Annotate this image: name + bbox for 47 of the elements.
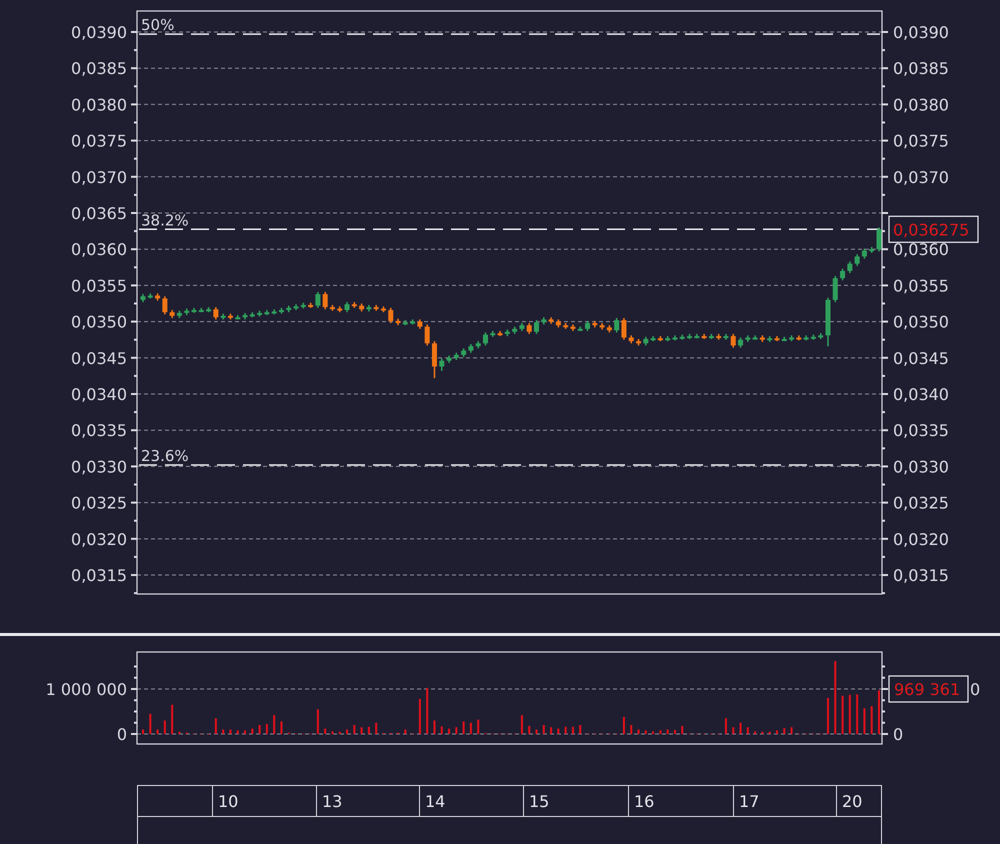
axis-label: 0,0335 — [71, 421, 127, 440]
axis-label: 0,0355 — [71, 276, 127, 296]
fibonacci-label: 38.2% — [141, 211, 189, 230]
date-label: 16 — [628, 786, 733, 816]
fibonacci-label: 23.6% — [141, 446, 189, 465]
date-label: 13 — [316, 786, 419, 816]
fibonacci-label: 50% — [141, 16, 174, 34]
axis-label: 0 — [116, 725, 127, 744]
axis-label: 0,0375 — [893, 132, 949, 151]
axis-label: 0,0380 — [893, 95, 949, 114]
axis-label: 0,0370 — [893, 168, 949, 187]
axis-label: 0,0320 — [893, 530, 949, 549]
date-label: 14 — [419, 786, 523, 816]
axis-label: 0,0380 — [71, 95, 127, 114]
axis-label: 0 — [970, 680, 980, 699]
date-label: 17 — [733, 786, 836, 816]
date-label: 20 — [836, 786, 883, 816]
volume-tag: 969 361 — [888, 675, 969, 703]
axis-label: 0,0315 — [893, 566, 949, 586]
axis-label: 0 — [893, 725, 904, 744]
axis-label: 0,0370 — [71, 168, 127, 187]
axis-label: 0,0385 — [71, 59, 127, 78]
axis-label: 0,0330 — [71, 457, 127, 476]
date-label: 10 — [212, 786, 316, 816]
axis-label: 0,0350 — [893, 312, 949, 332]
axis-label: 0,0320 — [71, 530, 127, 549]
axis-label: 0,0385 — [893, 59, 949, 78]
axis-label: 0,0340 — [71, 385, 127, 404]
axis-label: 0,0345 — [71, 348, 127, 368]
axis-label: 0,0330 — [893, 457, 949, 476]
axis-label: 0,0360 — [71, 240, 127, 260]
axis-label: 0,0345 — [893, 348, 949, 368]
axis-label: 0,0325 — [893, 494, 949, 513]
date-label: 15 — [523, 786, 628, 816]
axis-label: 0,0340 — [893, 385, 949, 404]
axis-label: 0,0365 — [71, 204, 127, 223]
axis-label: 0,0375 — [71, 132, 127, 151]
axis-label: 0,0315 — [71, 566, 127, 586]
axis-label: 0,0390 — [71, 23, 127, 42]
axis-label: 0,0390 — [893, 23, 949, 42]
axis-label: 1 000 000 — [46, 680, 127, 699]
axis-label: 0,0355 — [893, 276, 949, 296]
axis-label: 0,0360 — [893, 240, 949, 260]
axis-label: 0,0335 — [893, 421, 949, 440]
axis-label: 0,0325 — [71, 494, 127, 513]
price-tag: 0,036275 — [888, 216, 979, 243]
axis-label: 0,0350 — [71, 312, 127, 332]
